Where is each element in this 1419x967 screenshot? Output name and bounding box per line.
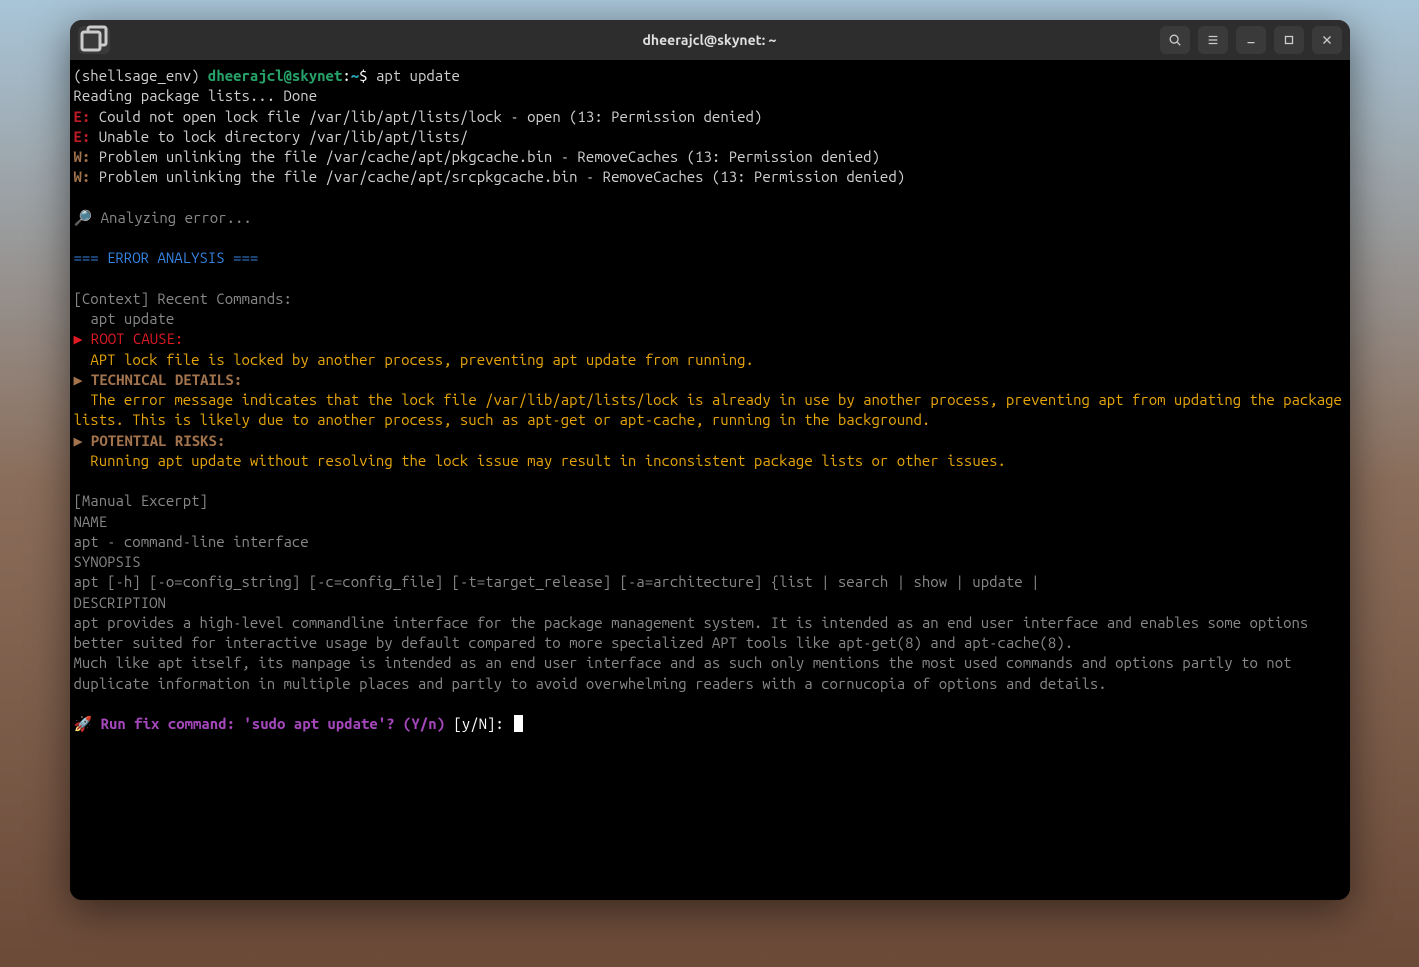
new-tab-icon — [78, 24, 110, 56]
fix-prompt-line: 🚀 Run fix command: 'sudo apt update'? (Y… — [74, 714, 1346, 734]
search-button[interactable] — [1160, 26, 1190, 54]
error-prefix: E: — [74, 108, 91, 125]
error-analysis-header: === ERROR ANALYSIS === — [74, 248, 1346, 268]
warning-line-1: W: Problem unlinking the file /var/cache… — [74, 147, 1346, 167]
rocket-icon: 🚀 — [74, 715, 93, 732]
manual-synopsis-label: SYNOPSIS — [74, 552, 1346, 572]
arrow-icon: ▶ — [74, 432, 83, 449]
magnify-icon: 🔎 — [74, 209, 93, 226]
manual-synopsis-text: apt [-h] [-o=config_string] [-c=config_f… — [74, 572, 1346, 592]
risks-label: POTENTIAL RISKS: — [83, 432, 226, 449]
prompt-separator: : — [342, 67, 350, 84]
titlebar: dheerajcl@skynet: ~ — [70, 20, 1350, 60]
context-command: apt update — [74, 309, 1346, 329]
hamburger-icon — [1206, 33, 1220, 47]
blank-line — [74, 228, 1346, 248]
root-cause-text: APT lock file is locked by another proce… — [74, 350, 1346, 370]
context-label: [Context] Recent Commands: — [74, 289, 1346, 309]
manual-description-text1: apt provides a high-level commandline in… — [74, 613, 1346, 654]
blank-line — [74, 471, 1346, 491]
close-icon — [1320, 33, 1334, 47]
input-prompt: [y/N]: — [445, 715, 512, 732]
tech-details-text: The error message indicates that the loc… — [74, 390, 1346, 431]
titlebar-left — [78, 26, 110, 54]
tech-details-line: ▶ TECHNICAL DETAILS: — [74, 370, 1346, 390]
warning-line-2: W: Problem unlinking the file /var/cache… — [74, 167, 1346, 187]
analyzing-line: 🔎 Analyzing error... — [74, 208, 1346, 228]
error-prefix: E: — [74, 128, 91, 145]
prompt-line: (shellsage_env) dheerajcl@skynet:~$ apt … — [74, 66, 1346, 86]
output-reading: Reading package lists... Done — [74, 86, 1346, 106]
close-button[interactable] — [1312, 26, 1342, 54]
terminal-window: dheerajcl@skynet: ~ — [70, 20, 1350, 900]
error-text: Could not open lock file /var/lib/apt/li… — [90, 108, 762, 125]
blank-line — [74, 269, 1346, 289]
manual-description-label: DESCRIPTION — [74, 593, 1346, 613]
tech-details-label: TECHNICAL DETAILS: — [83, 371, 243, 388]
blank-line — [74, 188, 1346, 208]
manual-name-text: apt - command-line interface — [74, 532, 1346, 552]
terminal-content[interactable]: (shellsage_env) dheerajcl@skynet:~$ apt … — [70, 60, 1350, 900]
user-host: dheerajcl@skynet — [208, 67, 342, 84]
warning-prefix: W: — [74, 168, 91, 185]
risks-line: ▶ POTENTIAL RISKS: — [74, 431, 1346, 451]
cursor[interactable] — [514, 715, 523, 732]
maximize-icon — [1282, 33, 1296, 47]
warning-text: Problem unlinking the file /var/cache/ap… — [90, 148, 880, 165]
command-text: apt update — [376, 67, 460, 84]
risks-text: Running apt update without resolving the… — [74, 451, 1346, 471]
maximize-button[interactable] — [1274, 26, 1304, 54]
error-line-1: E: Could not open lock file /var/lib/apt… — [74, 107, 1346, 127]
error-line-2: E: Unable to lock directory /var/lib/apt… — [74, 127, 1346, 147]
error-text: Unable to lock directory /var/lib/apt/li… — [90, 128, 468, 145]
arrow-icon: ▶ — [74, 330, 83, 347]
menu-button[interactable] — [1198, 26, 1228, 54]
titlebar-right — [1160, 26, 1342, 54]
prompt-dollar: $ — [359, 67, 367, 84]
minimize-icon — [1244, 33, 1258, 47]
root-cause-label: ROOT CAUSE: — [83, 330, 184, 347]
root-cause-line: ▶ ROOT CAUSE: — [74, 329, 1346, 349]
analyzing-text: Analyzing error... — [92, 209, 252, 226]
arrow-icon: ▶ — [74, 371, 83, 388]
window-title: dheerajcl@skynet: ~ — [643, 32, 777, 48]
warning-text: Problem unlinking the file /var/cache/ap… — [90, 168, 905, 185]
minimize-button[interactable] — [1236, 26, 1266, 54]
prompt-path: ~ — [351, 67, 359, 84]
manual-excerpt-label: [Manual Excerpt] — [74, 491, 1346, 511]
search-icon — [1168, 33, 1182, 47]
manual-name-label: NAME — [74, 512, 1346, 532]
new-tab-button[interactable] — [78, 26, 110, 54]
blank-line — [74, 694, 1346, 714]
warning-prefix: W: — [74, 148, 91, 165]
fix-prompt-text: Run fix command: 'sudo apt update'? (Y/n… — [92, 715, 445, 732]
env-prefix: (shellsage_env) — [74, 67, 200, 84]
manual-description-text2: Much like apt itself, its manpage is int… — [74, 653, 1346, 694]
